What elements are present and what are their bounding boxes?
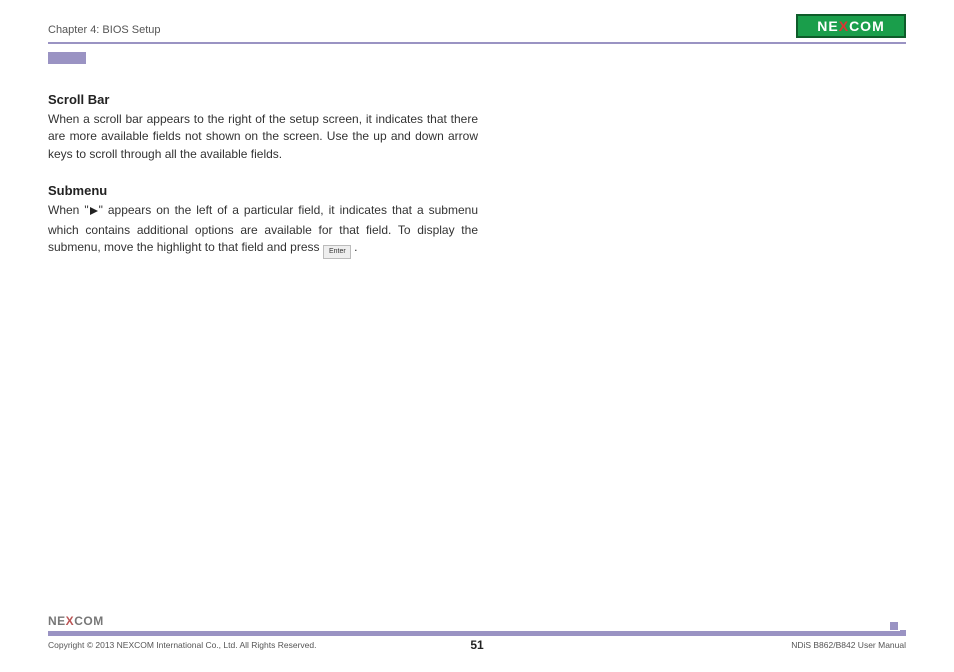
heading-scrollbar: Scroll Bar	[48, 92, 478, 107]
header-divider	[48, 42, 906, 44]
footer-decor-icon	[886, 622, 906, 636]
submenu-text-post: .	[351, 240, 358, 254]
enter-key-icon: Enter	[323, 245, 351, 259]
copyright-text: Copyright © 2013 NEXCOM International Co…	[48, 640, 316, 650]
brand-logo: NEXCOM	[796, 14, 906, 38]
logo-post: COM	[849, 18, 885, 34]
chapter-label: Chapter 4: BIOS Setup	[48, 24, 161, 36]
right-triangle-icon	[89, 204, 99, 221]
footer-logo-post: COM	[74, 614, 104, 628]
heading-submenu: Submenu	[48, 183, 478, 198]
main-content: Scroll Bar When a scroll bar appears to …	[48, 92, 478, 279]
page-header: Chapter 4: BIOS Setup	[48, 20, 906, 44]
logo-x: X	[839, 18, 849, 34]
body-submenu: When "" appears on the left of a particu…	[48, 202, 478, 259]
page-number: 51	[470, 638, 483, 652]
footer-divider	[48, 631, 906, 636]
document-id: NDiS B862/B842 User Manual	[791, 640, 906, 650]
brand-logo-text: NEXCOM	[817, 18, 884, 34]
header-tab-decor	[48, 52, 86, 64]
body-scrollbar: When a scroll bar appears to the right o…	[48, 111, 478, 163]
submenu-text-pre: When "	[48, 203, 89, 217]
footer-logo-pre: NE	[48, 614, 66, 628]
submenu-text-mid: " appears on the left of a particular fi…	[48, 203, 478, 254]
logo-pre: NE	[817, 18, 838, 34]
footer-brand-logo: NEXCOM	[48, 614, 104, 628]
footer-logo-x: X	[66, 614, 75, 628]
